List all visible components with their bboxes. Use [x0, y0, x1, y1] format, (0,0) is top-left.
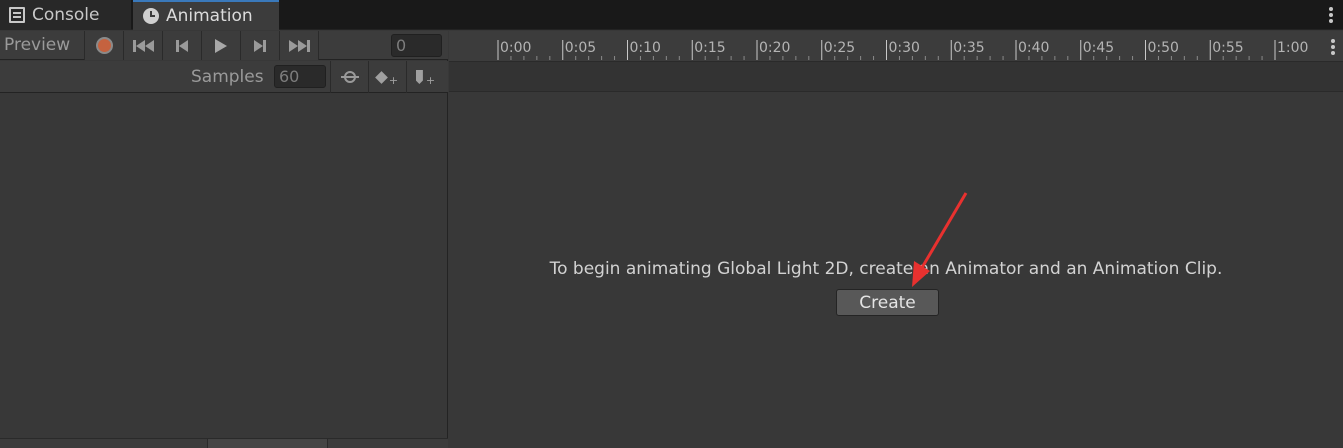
ruler-tick-label: 0:00: [500, 40, 531, 56]
ruler-tick-label: 0:50: [1148, 40, 1179, 56]
last-keyframe-button[interactable]: [280, 31, 319, 60]
window-menu-icon[interactable]: [1329, 7, 1333, 23]
empty-state-message: To begin animating Global Light 2D, crea…: [549, 259, 1223, 279]
create-clip-button[interactable]: Create: [836, 289, 939, 316]
ruler-tick-label: 0:30: [889, 40, 920, 56]
ruler-tick-label: 0:45: [1083, 40, 1114, 56]
ruler-tick-label: 1:00: [1277, 40, 1308, 56]
ruler-tick-label: 0:55: [1212, 40, 1243, 56]
ruler-tick-label: 0:35: [953, 40, 984, 56]
curves-toggle[interactable]: [327, 439, 328, 448]
dopesheet-toggle[interactable]: [207, 439, 327, 448]
clip-toolbar: Samples 60 + +: [0, 61, 448, 93]
play-icon: [215, 38, 227, 53]
window-tab-bar: Console Animation: [0, 0, 1343, 30]
console-icon: [9, 7, 25, 23]
tab-animation-label: Animation: [166, 6, 253, 26]
previous-keyframe-icon: [176, 39, 188, 52]
ruler-tick-label: 0:05: [565, 40, 596, 56]
add-keyframe-icon: [375, 70, 388, 84]
preview-toggle[interactable]: Preview: [0, 31, 85, 60]
timeline-menu-icon[interactable]: [1331, 39, 1335, 55]
add-event-button[interactable]: +: [406, 61, 444, 93]
samples-label: Samples: [191, 67, 264, 87]
time-ruler[interactable]: 0:00 0:05 0:10 0:15 0:20 0:25 0:30 0:35 0:40 0:45…: [449, 31, 1343, 62]
ruler-tick-label: 0:10: [630, 40, 661, 56]
record-button[interactable]: [85, 31, 124, 60]
ruler-tick-label: 0:25: [824, 40, 855, 56]
left-bottom-bar: [0, 438, 448, 448]
current-frame-field[interactable]: 0: [391, 34, 442, 57]
record-icon: [95, 37, 113, 54]
animation-left-panel: Preview 0 Samples 60 + +: [0, 31, 448, 448]
timeline-panel: 0:00 0:05 0:10 0:15 0:20 0:25 0:30 0:35 0:40 0:45…: [449, 31, 1343, 448]
play-button[interactable]: [202, 31, 241, 60]
ruler-tick-label: 0:15: [694, 40, 725, 56]
first-keyframe-button[interactable]: [124, 31, 163, 60]
last-keyframe-icon: [288, 39, 310, 52]
crosshair-icon: [340, 71, 359, 83]
add-keyframe-button[interactable]: +: [368, 61, 406, 93]
next-keyframe-button[interactable]: [241, 31, 280, 60]
tab-animation[interactable]: Animation: [133, 0, 279, 30]
first-keyframe-icon: [132, 39, 154, 52]
ruler-tick-label: 0:20: [759, 40, 790, 56]
ruler-tick-label: 0:40: [1018, 40, 1049, 56]
tab-console-label: Console: [32, 5, 100, 25]
previous-keyframe-button[interactable]: [163, 31, 202, 60]
add-event-icon: [415, 70, 423, 84]
annotation-arrow-icon: [912, 192, 968, 287]
events-strip[interactable]: [449, 62, 1343, 92]
time-ruler-ticks: 0:00 0:05 0:10 0:15 0:20 0:25 0:30 0:35 0:40 0:45…: [497, 40, 1308, 60]
filter-by-selection-button[interactable]: [330, 61, 368, 93]
tab-console[interactable]: Console: [0, 0, 131, 30]
samples-field[interactable]: 60: [274, 65, 326, 88]
next-keyframe-icon: [254, 39, 266, 52]
clock-icon: [143, 8, 159, 24]
playback-toolbar: Preview 0: [0, 31, 448, 60]
